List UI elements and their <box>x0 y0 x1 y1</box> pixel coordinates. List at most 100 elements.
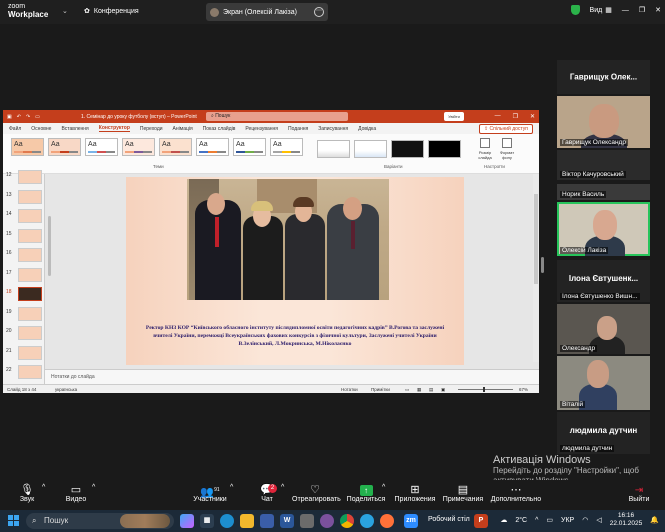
slide-thumbnail[interactable]: 18 <box>6 287 45 303</box>
audio-button[interactable]: 🎙 Звук <box>16 484 38 503</box>
chrome-icon[interactable] <box>340 514 354 528</box>
present-icon[interactable]: ▭ <box>35 114 40 120</box>
video-button[interactable]: ▭ Видео <box>64 484 88 503</box>
telegram-icon[interactable] <box>360 514 374 528</box>
slide-scrollbar[interactable] <box>533 174 539 362</box>
theme-thumbnail[interactable]: Аа <box>48 138 81 156</box>
wifi-icon[interactable]: ◠ <box>582 516 588 524</box>
panel-resize-handle[interactable] <box>541 257 544 273</box>
variant-3[interactable] <box>391 140 424 158</box>
view-slideshow-icon[interactable]: ▣ <box>441 387 445 393</box>
participant-tile[interactable]: Олексій Лакіза <box>557 202 650 256</box>
weather-icon[interactable]: ☁ <box>500 516 507 524</box>
thumbnail-scrollbar[interactable] <box>47 176 52 376</box>
theme-thumbnail[interactable]: Аа <box>270 138 303 156</box>
speaker-icon[interactable]: ◁ <box>596 516 601 524</box>
slide-thumbnail[interactable]: 14 <box>6 209 45 225</box>
slide-scroll-thumb[interactable] <box>534 194 538 284</box>
windows-start-icon[interactable] <box>8 515 19 526</box>
save-icon[interactable]: ▣ <box>7 114 12 120</box>
undo-icon[interactable]: ↶ <box>17 114 21 120</box>
notifications-icon[interactable]: 🔔 <box>650 516 659 524</box>
ribbon-tab[interactable]: Основне <box>31 126 51 132</box>
close-icon[interactable]: ✕ <box>530 113 535 120</box>
conference-info-button[interactable]: ✿ Конференция <box>84 7 139 16</box>
participant-tile[interactable]: людмила дутчин людмила дутчин <box>557 412 650 454</box>
language-indicator[interactable]: УКР <box>561 517 574 524</box>
status-comments-button[interactable]: Примітки <box>371 387 390 392</box>
slide-thumbnail[interactable]: 13 <box>6 189 45 206</box>
close-icon[interactable]: ✕ <box>655 6 661 14</box>
variant-4[interactable] <box>428 140 461 158</box>
slide-thumbnail[interactable]: 22 <box>6 365 45 381</box>
participant-tile[interactable]: Віктор Качуровський <box>557 150 650 180</box>
zoom-app-icon[interactable]: zm <box>404 514 418 528</box>
viber-icon[interactable] <box>320 514 334 528</box>
sign-in-button[interactable]: Увійти <box>444 112 464 121</box>
ribbon-tab[interactable]: Записування <box>318 126 348 132</box>
share-options-chevron[interactable]: ^ <box>382 484 385 491</box>
ribbon-tab[interactable]: Подання <box>288 126 308 132</box>
ribbon-tab[interactable]: Довідка <box>358 126 376 132</box>
chat-button[interactable]: 💬 Чат 2 <box>256 484 278 503</box>
view-button[interactable]: Вид ▦ <box>590 6 612 15</box>
slide-thumbnail[interactable]: 16 <box>6 248 45 264</box>
slide-size-button[interactable]: Розмір слайда <box>475 138 495 160</box>
view-sorter-icon[interactable]: ▦ <box>417 387 421 393</box>
participant-tile[interactable]: Олександр <box>557 304 650 354</box>
word-icon[interactable]: W <box>280 514 294 528</box>
task-view-icon[interactable]: ▦ <box>200 514 214 528</box>
search-highlight-image[interactable] <box>120 514 170 528</box>
slide-thumbnail[interactable]: 12 <box>6 170 45 186</box>
video-options-chevron[interactable]: ^ <box>92 484 95 491</box>
view-normal-icon[interactable]: ▭ <box>405 387 409 393</box>
theme-thumbnail[interactable]: Аа <box>233 138 266 156</box>
leave-button[interactable]: ⇥ Выйти <box>626 484 652 503</box>
ribbon-tab[interactable]: Переходи <box>140 126 163 132</box>
slide-thumbnail[interactable]: 15 <box>6 228 45 245</box>
thumbnail-scroll-thumb[interactable] <box>48 216 51 276</box>
participant-tile[interactable]: Норик Василь <box>557 184 650 200</box>
ribbon-tab[interactable]: Вставлення <box>61 126 88 132</box>
participant-tile[interactable]: Гаврищук Олександр <box>557 96 650 148</box>
participant-tile[interactable]: Віталій <box>557 356 650 410</box>
share-screen-button[interactable]: ↑ Поделиться <box>346 484 386 503</box>
share-button[interactable]: ⇪ Спільний доступ <box>478 124 533 134</box>
theme-thumbnail[interactable]: Аа <box>85 138 118 156</box>
clock[interactable]: 16:16 22.01.2025 <box>610 512 643 528</box>
slide-photo[interactable] <box>187 179 389 300</box>
slide-thumbnail[interactable]: 19 <box>6 306 45 323</box>
notes-button[interactable]: ▤ Примечания <box>442 484 484 503</box>
firefox-icon[interactable] <box>380 514 394 528</box>
react-button[interactable]: ♡ Отреагировать <box>292 484 341 503</box>
status-notes-button[interactable]: Нотатки <box>341 387 358 392</box>
ribbon-tab[interactable]: Анімація <box>173 126 193 132</box>
mail-icon[interactable] <box>300 514 314 528</box>
theme-thumbnail[interactable]: Аа <box>159 138 192 156</box>
powerpoint-taskbar-icon[interactable]: P <box>474 514 488 528</box>
maximize-icon[interactable]: ❐ <box>513 113 518 120</box>
ribbon-tab[interactable]: Показ слайдів <box>203 126 236 132</box>
theme-thumbnail[interactable]: Аа <box>196 138 229 156</box>
ribbon-tab[interactable]: Конструктор <box>98 125 130 132</box>
edge-icon[interactable] <box>220 514 234 528</box>
chevron-down-icon[interactable]: ⌄ <box>62 7 68 15</box>
participants-options-chevron[interactable]: ^ <box>230 484 233 491</box>
theme-thumbnail[interactable]: Аа <box>11 138 44 156</box>
view-reading-icon[interactable]: ▤ <box>429 387 433 393</box>
minimize-icon[interactable]: — <box>495 113 501 120</box>
zoom-slider[interactable] <box>458 387 513 392</box>
more-icon[interactable]: ⋯ <box>314 7 324 17</box>
store-icon[interactable] <box>260 514 274 528</box>
format-background-button[interactable]: Формат фону <box>497 138 517 160</box>
status-language[interactable]: українська <box>55 387 77 392</box>
slide-thumbnail[interactable]: 21 <box>6 345 45 362</box>
minimize-icon[interactable]: — <box>622 7 629 14</box>
audio-options-chevron[interactable]: ^ <box>42 484 45 491</box>
file-explorer-icon[interactable] <box>240 514 254 528</box>
ribbon-tab[interactable]: Рецензування <box>245 126 278 132</box>
variant-1[interactable] <box>317 140 350 158</box>
variant-2[interactable] <box>354 140 387 158</box>
zoom-level[interactable]: 67% <box>519 387 528 392</box>
theme-thumbnail[interactable]: Аа <box>122 138 155 156</box>
